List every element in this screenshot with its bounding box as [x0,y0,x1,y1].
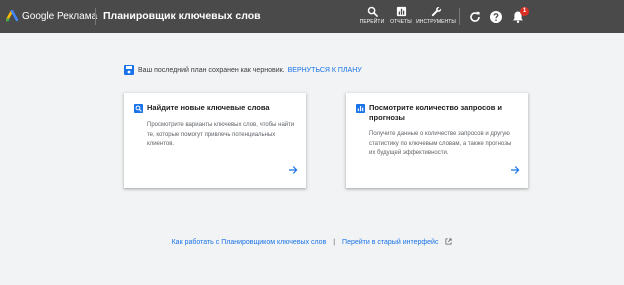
reports-icon [396,6,406,17]
footer-links: Как работать с Планировщиком ключевых сл… [0,238,624,246]
header-divider [95,8,96,25]
reports-button[interactable]: ОТЧЕТЫ [388,6,414,30]
return-to-plan-link[interactable]: ВЕРНУТЬСЯ К ПЛАНУ [288,67,362,74]
draft-message: Ваш последний план сохранен как черновик… [138,66,285,74]
wrench-icon [431,6,441,17]
page-title: Планировщик ключевых слов [103,10,261,22]
draft-notice: Ваш последний план сохранен как черновик… [124,64,362,76]
find-keywords-card[interactable]: Найдите новые ключевые слова Просмотрите… [124,93,306,188]
top-app-bar: Google Реклама Планировщик ключевых слов… [0,0,624,33]
card-title: Найдите новые ключевые слова [147,103,270,112]
help-icon[interactable] [489,10,503,24]
card-header: Посмотрите количество запросов и прогноз… [356,103,518,123]
search-icon [367,6,378,17]
toolbar-divider [459,8,460,25]
footer-separator: | [333,239,336,246]
card-description: Просмотрите варианты ключевых слов, чтоб… [147,122,295,147]
arrow-right-icon[interactable] [510,165,520,175]
refresh-icon[interactable] [468,10,482,24]
arrow-right-icon[interactable] [288,165,298,175]
tools-button[interactable]: ИНСТРУМЕНТЫ [416,6,456,30]
notification-badge: 1 [520,7,529,16]
search-icon [134,104,143,113]
chart-icon [356,104,365,113]
save-icon [124,65,134,75]
goto-label: ПЕРЕЙТИ [359,19,385,25]
card-description: Получите данные о количестве запросов и … [369,131,512,156]
goto-button[interactable]: ПЕРЕЙТИ [359,6,385,30]
old-interface-link[interactable]: Перейти в старый интерфейс [342,239,438,246]
forecasts-card[interactable]: Посмотрите количество запросов и прогноз… [346,93,528,188]
brand-name[interactable]: Google Реклама [22,11,97,22]
tools-label: ИНСТРУМЕНТЫ [416,19,456,25]
card-header: Найдите новые ключевые слова [134,103,296,113]
card-title: Посмотрите количество запросов и прогноз… [369,103,503,122]
help-link[interactable]: Как работать с Планировщиком ключевых сл… [172,239,327,246]
google-ads-logo-icon [6,10,18,22]
external-link-icon [445,238,452,245]
reports-label: ОТЧЕТЫ [390,19,412,25]
